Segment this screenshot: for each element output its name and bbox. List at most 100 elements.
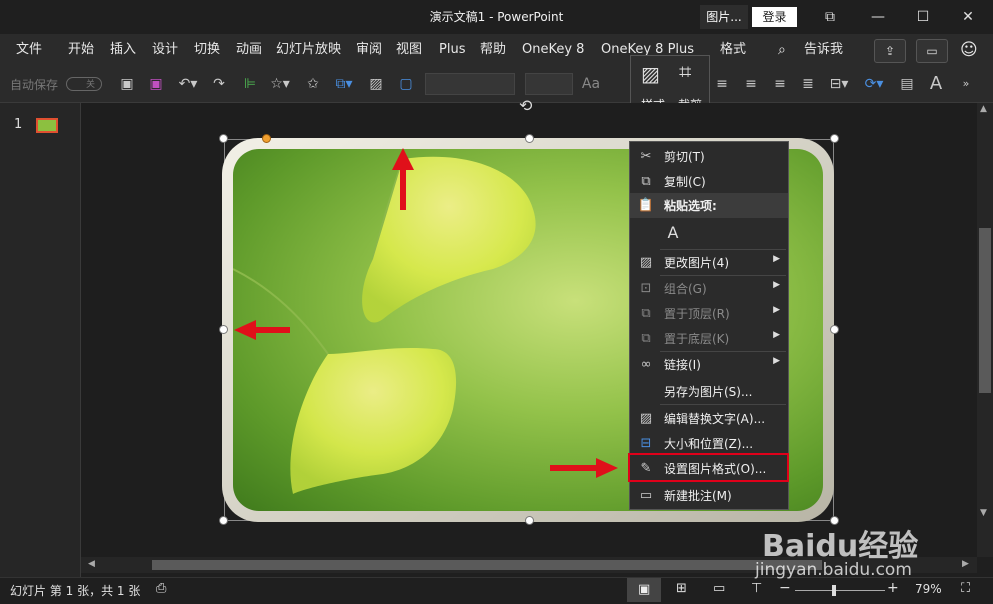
undo-icon[interactable]: ↶▾	[176, 74, 200, 94]
slide-number: 1	[14, 117, 23, 132]
paste-text-only-icon[interactable]: A	[662, 221, 684, 245]
text-style-icon[interactable]: A	[926, 74, 946, 94]
align-icon[interactable]: ⊫	[240, 74, 260, 94]
menu-item-edit-alt-text[interactable]: ▨ 编辑替换文字(A)...	[630, 406, 788, 431]
fit-to-window-icon[interactable]: ⛶	[961, 581, 970, 596]
menu-animations[interactable]: 动画	[236, 34, 262, 66]
resize-handle-top-right[interactable]	[830, 134, 839, 143]
shape-adjust-handle[interactable]	[262, 134, 271, 143]
menu-item-send-to-back[interactable]: ⧉ 置于底层(K) ▶	[630, 326, 788, 351]
zoom-level[interactable]: 79%	[915, 582, 942, 596]
clipboard-icon: 📋	[637, 198, 655, 213]
autosave-label: 自动保存	[10, 78, 59, 92]
comment-icon[interactable]: ▭	[916, 39, 948, 63]
menu-help[interactable]: 帮助	[480, 34, 506, 66]
save-icon[interactable]: ▣	[146, 74, 166, 94]
align-left-icon[interactable]: ≡	[712, 74, 732, 94]
font-name-dropdown[interactable]	[425, 73, 515, 95]
rotate-handle-icon[interactable]: ⟲	[519, 96, 532, 115]
fill-icon[interactable]: ▤	[897, 74, 917, 94]
submenu-arrow-icon: ▶	[773, 330, 780, 340]
zoom-slider-knob[interactable]	[832, 585, 836, 596]
resize-handle-right[interactable]	[830, 325, 839, 334]
shapes-star-icon[interactable]: ☆▾	[266, 74, 294, 94]
menu-item-group[interactable]: ⊡ 组合(G) ▶	[630, 276, 788, 301]
menu-item-save-as-picture[interactable]: 另存为图片(S)...	[630, 379, 788, 404]
menu-design[interactable]: 设计	[152, 34, 178, 66]
link-icon: ∞	[640, 357, 652, 372]
vertical-scroll-thumb[interactable]	[979, 228, 991, 393]
scissors-icon: ✂	[640, 149, 652, 164]
font-case-button[interactable]: Aa	[580, 74, 602, 94]
save-as-icon[interactable]: ▣	[117, 74, 137, 94]
menu-format[interactable]: 格式	[720, 34, 746, 66]
more-commands-icon[interactable]: »	[958, 74, 974, 94]
menu-review[interactable]: 审阅	[356, 34, 382, 66]
menu-item-new-comment[interactable]: ▭ 新建批注(M)	[630, 483, 788, 508]
share-icon[interactable]: ⇪	[874, 39, 906, 63]
zoom-slider[interactable]	[795, 590, 885, 591]
menu-slideshow[interactable]: 幻灯片放映	[276, 34, 341, 66]
menu-item-change-picture[interactable]: ▨ 更改图片(4) ▶	[630, 250, 788, 275]
close-button[interactable]: ✕	[948, 4, 988, 30]
autosave-toggle[interactable]: 关	[66, 77, 102, 91]
resize-handle-bottom[interactable]	[525, 516, 534, 525]
scroll-right-arrow-icon[interactable]: ▶	[962, 559, 969, 569]
resize-handle-bottom-left[interactable]	[219, 516, 228, 525]
star-outline-icon[interactable]: ✩	[303, 74, 323, 94]
rotate-icon[interactable]: ⟳▾	[860, 74, 888, 94]
menu-item-cut[interactable]: ✂ 剪切(T)	[630, 144, 788, 169]
textbox-icon[interactable]: ▢	[396, 74, 416, 94]
submenu-arrow-icon: ▶	[773, 356, 780, 366]
picture-icon[interactable]: ▨	[366, 74, 386, 94]
menu-transitions[interactable]: 切换	[194, 34, 220, 66]
login-button[interactable]: 登录	[752, 7, 797, 27]
slideshow-icon[interactable]: ⊤	[751, 581, 762, 596]
arrange-shapes-icon[interactable]: ⧉▾	[330, 74, 358, 94]
menu-insert[interactable]: 插入	[110, 34, 136, 66]
menu-item-link[interactable]: ∞ 链接(I) ▶	[630, 352, 788, 377]
zoom-out-icon[interactable]: −	[779, 580, 791, 596]
submenu-arrow-icon: ▶	[773, 305, 780, 315]
menu-item-bring-to-front[interactable]: ⧉ 置于顶层(R) ▶	[630, 301, 788, 326]
ribbon-display-options-icon[interactable]: ⧉	[810, 4, 850, 30]
menu-onekey8[interactable]: OneKey 8	[522, 34, 584, 66]
font-size-dropdown[interactable]	[525, 73, 573, 95]
align-right-icon[interactable]: ≡	[770, 74, 790, 94]
menu-item-paste-options: 📋 粘贴选项:	[630, 193, 788, 218]
slide-sorter-icon[interactable]: ⊞	[676, 581, 687, 596]
search-icon[interactable]: ⌕	[778, 34, 786, 66]
horizontal-scroll-thumb[interactable]	[152, 560, 822, 570]
scroll-up-arrow-icon[interactable]: ▲	[980, 104, 987, 114]
maximize-button[interactable]: ☐	[903, 4, 943, 30]
resize-handle-top[interactable]	[525, 134, 534, 143]
submenu-arrow-icon: ▶	[773, 280, 780, 290]
slide-thumbnail[interactable]	[36, 118, 58, 133]
menu-view[interactable]: 视图	[396, 34, 422, 66]
smiley-feedback-icon[interactable]: ☺	[960, 34, 978, 66]
slide-info: 幻灯片 第 1 张，共 1 张	[10, 584, 141, 598]
align-center-icon[interactable]: ≡	[741, 74, 761, 94]
crop-icon[interactable]: ⌗	[679, 60, 691, 85]
scroll-left-arrow-icon[interactable]: ◀	[88, 559, 95, 569]
zoom-in-icon[interactable]: +	[887, 580, 899, 596]
picture-tools-tab[interactable]: 图片...	[700, 5, 748, 29]
accessibility-icon[interactable]: ⎙	[156, 581, 166, 596]
send-back-icon: ⧉	[641, 331, 651, 346]
tell-me-search[interactable]: 告诉我	[804, 34, 843, 66]
red-arrow-left-icon	[234, 320, 290, 340]
justify-icon[interactable]: ≣	[798, 74, 818, 94]
reading-view-icon[interactable]: ▭	[713, 581, 725, 596]
menu-file[interactable]: 文件	[16, 34, 42, 66]
resize-handle-top-left[interactable]	[219, 134, 228, 143]
distribute-icon[interactable]: ⊟▾	[825, 74, 853, 94]
redo-icon[interactable]: ↷	[209, 74, 229, 94]
picture-style-icon[interactable]: ▨	[641, 62, 660, 86]
menu-plus[interactable]: Plus	[439, 34, 465, 66]
normal-view-button[interactable]: ▣	[627, 578, 661, 602]
menu-home[interactable]: 开始	[68, 34, 94, 66]
scroll-down-arrow-icon[interactable]: ▼	[980, 508, 987, 518]
menu-item-copy[interactable]: ⧉ 复制(C)	[630, 169, 788, 194]
minimize-button[interactable]: —	[858, 4, 898, 30]
resize-handle-left[interactable]	[219, 325, 228, 334]
